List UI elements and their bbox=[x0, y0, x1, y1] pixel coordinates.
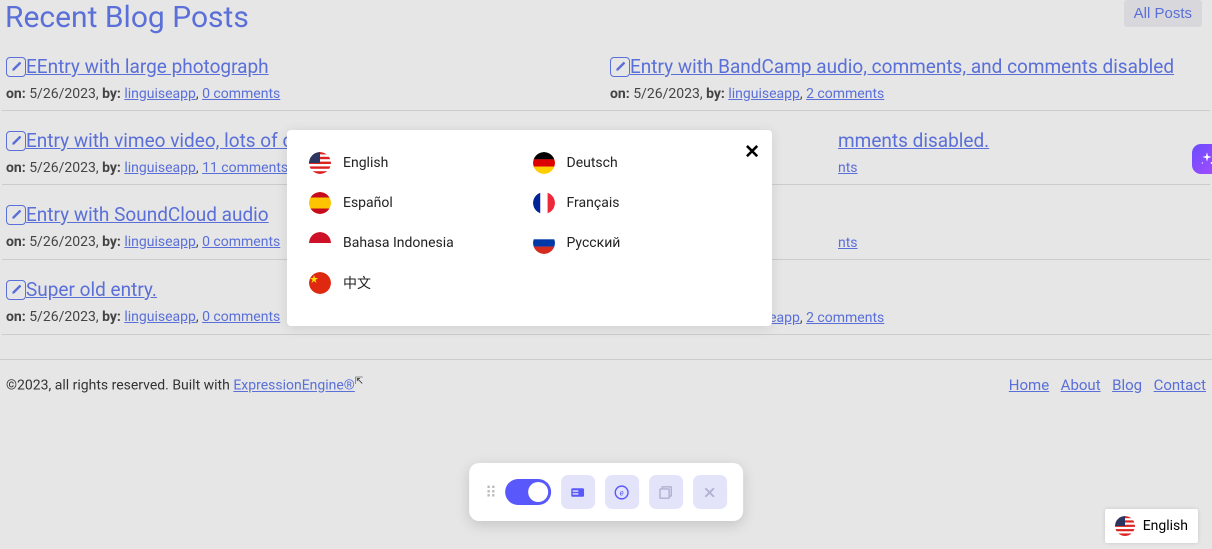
all-posts-button[interactable]: All Posts bbox=[1124, 0, 1202, 27]
flag-ru-icon bbox=[533, 232, 555, 254]
post-date: 5/26/2023 bbox=[29, 86, 96, 102]
edit-icon[interactable] bbox=[6, 205, 26, 225]
by-label: by: bbox=[102, 86, 121, 102]
flag-es-icon bbox=[309, 192, 331, 214]
lang-option-english[interactable]: English bbox=[309, 152, 527, 174]
post-comments-link[interactable]: 2 comments bbox=[806, 86, 884, 102]
engine-link[interactable]: ExpressionEngine® bbox=[233, 378, 355, 394]
language-modal: ✕ English Deutsch Español Français Bahas… bbox=[287, 130, 772, 326]
toolbar-windows-button[interactable] bbox=[649, 475, 683, 509]
post-link[interactable]: Entry with SoundCloud audio bbox=[26, 203, 269, 226]
post-comments-link[interactable]: 0 comments bbox=[202, 86, 280, 102]
lang-option-chinese[interactable]: 中文 bbox=[309, 272, 527, 294]
lang-label: Bahasa Indonesia bbox=[343, 235, 454, 251]
lang-option-deutsch[interactable]: Deutsch bbox=[533, 152, 751, 174]
footer-link-contact[interactable]: Contact bbox=[1154, 376, 1206, 394]
post-date: 5/26/2023 bbox=[633, 86, 700, 102]
flag-id-icon bbox=[309, 232, 331, 254]
sparkle-badge[interactable] bbox=[1192, 144, 1212, 174]
post-author-link[interactable]: linguiseapp bbox=[124, 160, 196, 176]
lang-option-francais[interactable]: Français bbox=[533, 192, 751, 214]
page-title: Recent Blog Posts bbox=[0, 0, 1212, 35]
post-comments-link[interactable]: 0 comments bbox=[202, 309, 280, 325]
language-chip-label: English bbox=[1143, 518, 1188, 534]
footer: ©2023, all rights reserved. Built with E… bbox=[0, 359, 1212, 394]
edit-icon[interactable] bbox=[610, 57, 630, 77]
lang-label: 中文 bbox=[343, 273, 371, 293]
on-label: on: bbox=[6, 86, 26, 102]
flag-de-icon bbox=[533, 152, 555, 174]
flag-cn-icon bbox=[309, 272, 331, 294]
post-link[interactable]: mments disabled. bbox=[838, 129, 989, 152]
edit-icon[interactable] bbox=[6, 131, 26, 151]
lang-label: English bbox=[343, 155, 388, 171]
post-link[interactable]: EEntry with large photograph bbox=[26, 55, 269, 78]
lang-option-russian[interactable]: Русский bbox=[533, 232, 751, 254]
toolbar-card-button[interactable] bbox=[561, 475, 595, 509]
footer-links: Home About Blog Contact bbox=[1001, 376, 1206, 394]
post-comments-link[interactable]: nts bbox=[838, 235, 858, 251]
post-author-link[interactable]: linguiseapp bbox=[124, 234, 196, 250]
lang-option-indonesia[interactable]: Bahasa Indonesia bbox=[309, 232, 527, 254]
lang-option-espanol[interactable]: Español bbox=[309, 192, 527, 214]
toolbar-close-button[interactable] bbox=[693, 475, 727, 509]
post-link[interactable]: Entry with BandCamp audio, comments, and… bbox=[630, 55, 1174, 78]
edit-icon[interactable] bbox=[6, 57, 26, 77]
floating-toolbar: ⠿ e bbox=[469, 463, 743, 521]
copyright-text: ©2023, all rights reserved. Built with bbox=[6, 378, 233, 394]
flag-us-icon bbox=[1115, 516, 1135, 536]
drag-handle-icon[interactable]: ⠿ bbox=[485, 483, 495, 502]
lang-label: Русский bbox=[567, 235, 621, 251]
post-card: EEntry with large photograph on: 5/26/20… bbox=[2, 55, 606, 111]
post-date: 5/26/2023 bbox=[29, 234, 96, 250]
post-date: 5/26/2023 bbox=[29, 309, 96, 325]
footer-link-home[interactable]: Home bbox=[1009, 376, 1049, 394]
post-comments-link[interactable]: 11 comments bbox=[202, 160, 288, 176]
flag-fr-icon bbox=[533, 192, 555, 214]
post-comments-link[interactable]: 2 comments bbox=[806, 310, 884, 326]
footer-link-about[interactable]: About bbox=[1061, 376, 1101, 394]
external-link-icon: ⇱ bbox=[355, 376, 363, 387]
lang-label: Español bbox=[343, 195, 393, 211]
toolbar-e-button[interactable]: e bbox=[605, 475, 639, 509]
post-author-link[interactable]: linguiseapp bbox=[728, 86, 800, 102]
flag-us-icon bbox=[309, 152, 331, 174]
toolbar-toggle[interactable] bbox=[505, 479, 551, 505]
post-author-link[interactable]: linguiseapp bbox=[124, 309, 196, 325]
close-icon[interactable]: ✕ bbox=[744, 140, 760, 163]
post-link[interactable]: Super old entry. bbox=[26, 278, 157, 301]
language-chip[interactable]: English bbox=[1105, 509, 1198, 543]
svg-text:e: e bbox=[620, 488, 624, 497]
post-date: 5/26/2023 bbox=[29, 160, 96, 176]
lang-label: Deutsch bbox=[567, 155, 618, 171]
post-author-link[interactable]: linguiseapp bbox=[124, 86, 196, 102]
post-comments-link[interactable]: nts bbox=[838, 160, 858, 176]
footer-link-blog[interactable]: Blog bbox=[1112, 376, 1142, 394]
post-card: Entry with BandCamp audio, comments, and… bbox=[606, 55, 1210, 111]
lang-label: Français bbox=[567, 195, 620, 211]
post-comments-link[interactable]: 0 comments bbox=[202, 234, 280, 250]
edit-icon[interactable] bbox=[6, 280, 26, 300]
